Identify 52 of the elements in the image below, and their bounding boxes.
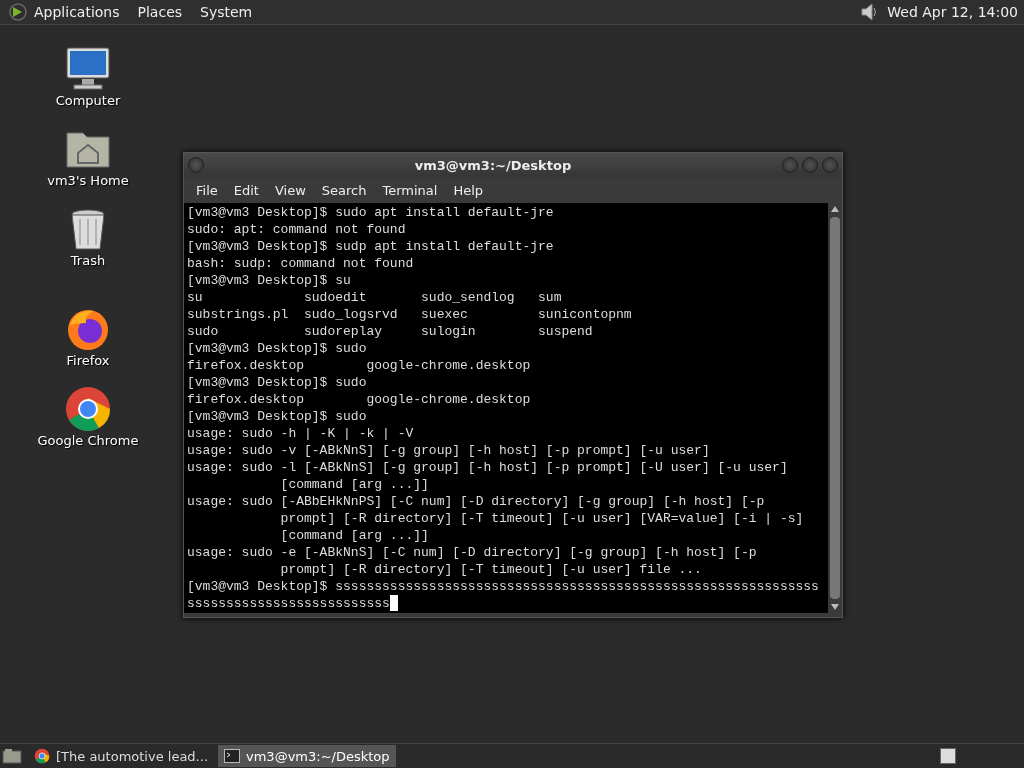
terminal-line: [vm3@vm3 Desktop]$ ssssssssssssssssssssssssssssssssssssssssssssssssssssssssssssss (187, 578, 819, 595)
chrome-icon (64, 385, 112, 433)
menu-item[interactable]: Search (313, 182, 375, 198)
terminal-line: [vm3@vm3 Desktop]$ sudo (187, 340, 367, 357)
show-desktop-icon[interactable] (2, 748, 22, 764)
menu-item[interactable]: File (188, 182, 226, 198)
menu-item[interactable]: View (266, 182, 314, 198)
chrome-icon (34, 748, 50, 764)
menu-item[interactable]: Help (445, 182, 492, 198)
terminal-line: usage: sudo -h | -K | -k | -V (187, 425, 414, 442)
panel-menu[interactable]: Applications (32, 4, 122, 20)
scroll-down-arrow-icon[interactable] (831, 604, 839, 610)
distro-logo-icon[interactable] (8, 2, 28, 22)
menu-item[interactable]: Terminal (374, 182, 446, 198)
terminal-line: substrings.pl sudo_logsrvd suexec sunicontopnm (187, 306, 632, 323)
terminal-line: prompt] [-R directory] [-T timeout] [-u user] [VAR=value] [-i | -s] (279, 510, 804, 527)
terminal-line: usage: sudo -v [-ABkNnS] [-g group] [-h host] [-p prompt] [-u user] (187, 442, 710, 459)
terminal-line: bash: sudp: command not found (187, 255, 414, 272)
computer-icon (64, 45, 112, 93)
terminal-line: ssssssssssssssssssssssssss (187, 595, 390, 612)
window-title: vm3@vm3:~/Desktop (413, 157, 573, 173)
terminal-line: usage: sudo -e [-ABkNnS] [-C num] [-D directory] [-g group] [-h host] [-p (187, 544, 757, 561)
terminal-line: [vm3@vm3 Desktop]$ su (187, 272, 351, 289)
terminal-line: sudo: apt: command not found (187, 221, 406, 238)
panel-menu[interactable]: Places (135, 4, 185, 20)
desktop-icon-label[interactable]: Google Chrome (37, 433, 139, 448)
menu-item[interactable]: Edit (225, 182, 267, 198)
terminal-line: usage: sudo [-ABbEHkNnPS] [-C num] [-D directory] [-g group] [-h host] [-p (187, 493, 765, 510)
clock[interactable]: Wed Apr 12, 14:00 (887, 4, 1018, 20)
taskbar-button[interactable]: vm3@vm3:~/Desktop (218, 745, 396, 767)
terminal-line: [command [arg ...]] (279, 527, 429, 544)
desktop-icon-label[interactable]: Trash (70, 253, 106, 268)
desktop-icon-label[interactable]: Firefox (66, 353, 110, 368)
terminal-line: sudo sudoreplay sulogin suspend (187, 323, 593, 340)
terminal-icon (224, 748, 240, 764)
terminal-line: usage: sudo -l [-ABkNnS] [-g group] [-h host] [-p prompt] [-U user] [-u user] (187, 459, 788, 476)
terminal-line: prompt] [-R directory] [-T timeout] [-u user] file ... (279, 561, 702, 578)
scroll-up-arrow-icon[interactable] (831, 206, 839, 212)
terminal-line: [vm3@vm3 Desktop]$ sudo apt install default-jre (187, 204, 554, 221)
workspace-switcher[interactable] (940, 748, 956, 764)
terminal-line: [command [arg ...]] (279, 476, 429, 493)
desktop-icon-label[interactable]: Computer (55, 93, 121, 108)
terminal-line: firefox.desktop google-chrome.desktop (187, 357, 531, 374)
panel-menu[interactable]: System (198, 4, 255, 20)
terminal-line: [vm3@vm3 Desktop]$ sudo (187, 374, 367, 391)
terminal-line: [vm3@vm3 Desktop]$ sudo (187, 408, 367, 425)
text-cursor (389, 595, 398, 611)
taskbar-button[interactable]: [The automotive lead... (28, 745, 214, 767)
desktop-icon-label[interactable]: vm3's Home (47, 173, 129, 188)
terminal-line: [vm3@vm3 Desktop]$ sudp apt install default-jre (187, 238, 554, 255)
terminal-line: firefox.desktop google-chrome.desktop (187, 391, 531, 408)
terminal-line: su sudoedit sudo_sendlog sum (187, 289, 562, 306)
